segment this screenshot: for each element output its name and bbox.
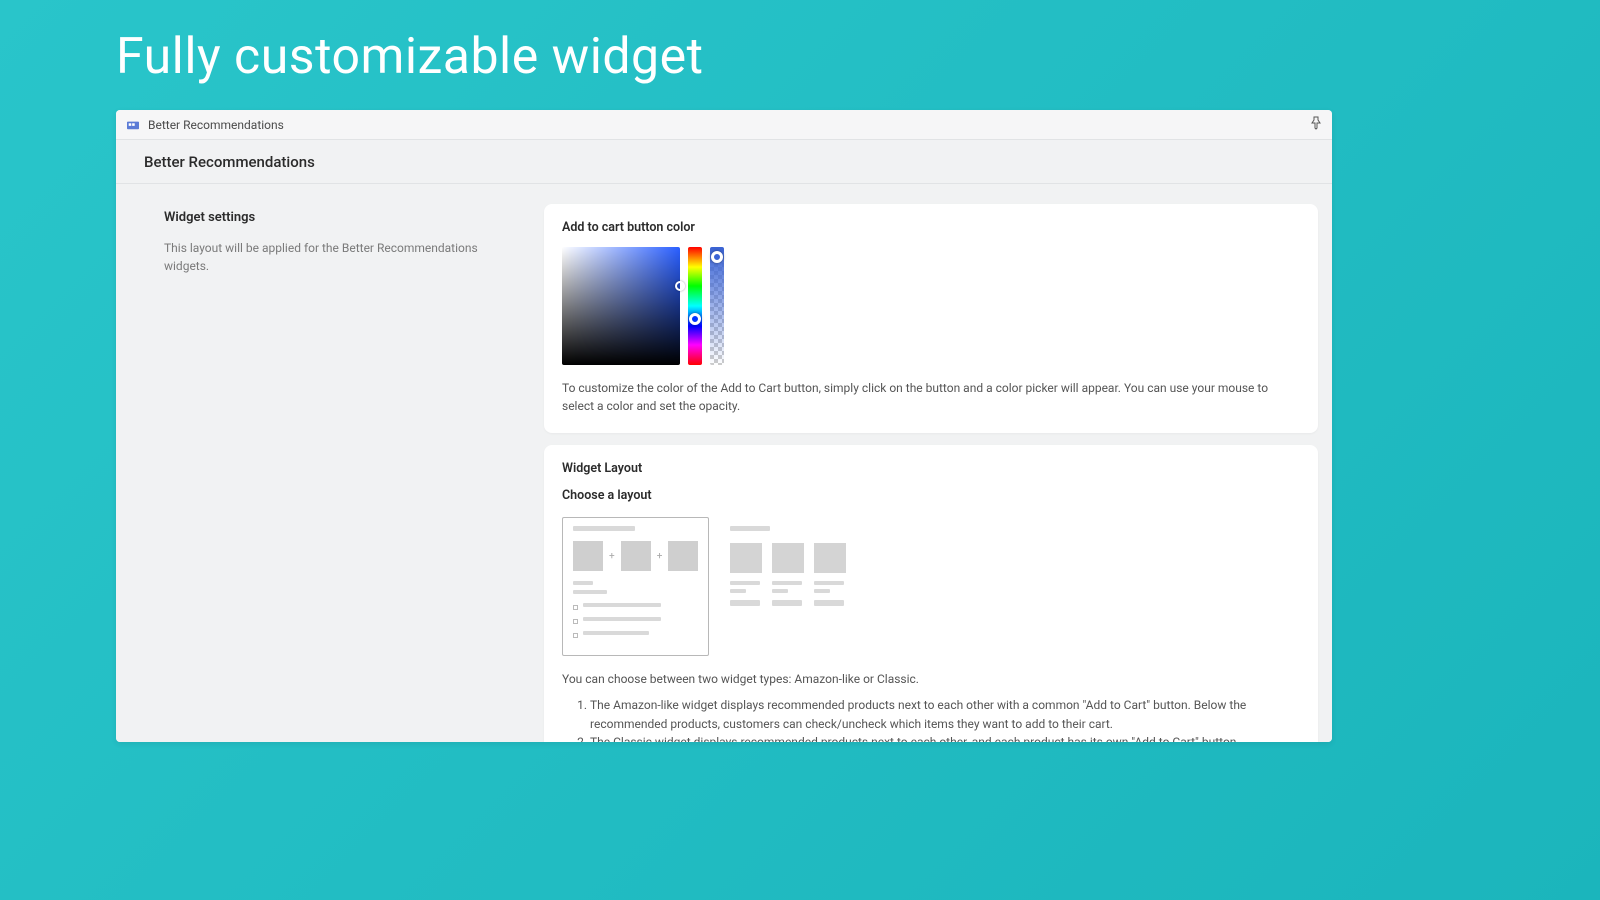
settings-sidebar: Widget settings This layout will be appl…	[164, 204, 524, 742]
color-alpha-handle[interactable]	[711, 251, 723, 263]
color-saturation-panel[interactable]	[562, 247, 680, 365]
color-hue-slider[interactable]	[688, 247, 702, 365]
sidebar-description: This layout will be applied for the Bett…	[164, 239, 524, 275]
color-alpha-slider[interactable]	[710, 247, 724, 365]
layout-option-classic[interactable]	[729, 517, 847, 656]
page-header: Better Recommendations	[116, 140, 1332, 184]
slide-title: Fully customizable widget	[0, 0, 1600, 86]
layout-list: The Amazon-like widget displays recommen…	[562, 696, 1300, 742]
layout-option-amazon[interactable]: + +	[562, 517, 709, 656]
layout-choose-label: Choose a layout	[562, 488, 1300, 503]
content-area: Widget settings This layout will be appl…	[116, 184, 1332, 742]
layout-item-2: The Classic widget displays recommended …	[590, 733, 1300, 742]
titlebar: Better Recommendations	[116, 110, 1332, 140]
color-picker	[562, 247, 1300, 365]
titlebar-app-name: Better Recommendations	[148, 118, 284, 132]
page-title: Better Recommendations	[144, 153, 315, 171]
layout-item-1: The Amazon-like widget displays recommen…	[590, 696, 1300, 733]
color-card-help: To customize the color of the Add to Car…	[562, 379, 1300, 415]
pin-icon[interactable]	[1310, 116, 1322, 133]
color-card: Add to cart button color To customize th…	[544, 204, 1318, 433]
color-card-title: Add to cart button color	[562, 220, 1300, 235]
settings-panels: Add to cart button color To customize th…	[544, 204, 1318, 742]
app-logo-icon	[126, 119, 140, 131]
app-window: Better Recommendations Better Recommenda…	[116, 110, 1332, 742]
layout-card-title: Widget Layout	[562, 461, 1300, 476]
layout-intro: You can choose between two widget types:…	[562, 670, 1300, 688]
layout-options: + +	[562, 517, 1300, 656]
sidebar-heading: Widget settings	[164, 210, 524, 225]
color-hue-handle[interactable]	[689, 313, 701, 325]
color-sv-handle[interactable]	[675, 281, 685, 291]
layout-card: Widget Layout Choose a layout + +	[544, 445, 1318, 742]
